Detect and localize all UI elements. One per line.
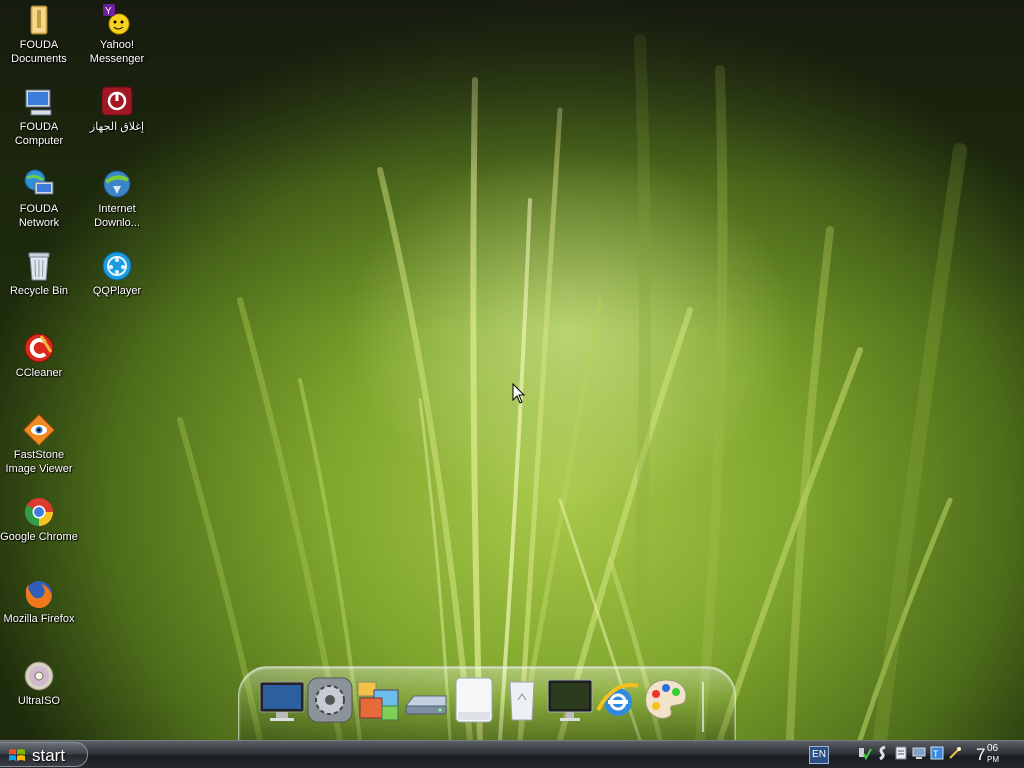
- dock-item-removable-drive[interactable]: [450, 676, 498, 724]
- display-icon: [547, 679, 593, 721]
- dock-item-display[interactable]: [546, 676, 594, 724]
- desktop-icon-ccleaner[interactable]: CCleaner: [0, 332, 78, 380]
- desktop-icon-ultraiso[interactable]: UltraISO: [0, 660, 78, 708]
- desktop-icon-google-chrome[interactable]: Google Chrome: [0, 496, 78, 544]
- desktop-icon-label: QQPlayer: [92, 285, 142, 297]
- folder-icon: [23, 4, 55, 36]
- chrome-icon: [23, 496, 55, 528]
- language-indicator[interactable]: EN: [809, 746, 829, 764]
- drive-icon: [404, 695, 447, 715]
- internet-download-manager-icon: [101, 168, 133, 200]
- desktop-icon-shutdown[interactable]: إغلاق الجهاز: [78, 86, 156, 134]
- shutdown-icon: [101, 86, 133, 118]
- dock-item-photo-gallery[interactable]: [354, 676, 402, 724]
- faststone-icon: [22, 413, 56, 447]
- safety-tray-icon[interactable]: [876, 745, 890, 761]
- desktop-icon-label: FOUDA Documents: [11, 39, 67, 65]
- desktop-icon-internet-download-manager[interactable]: Internet Downlo...: [78, 168, 156, 230]
- desktop-icon-mozilla-firefox[interactable]: Mozilla Firefox: [0, 578, 78, 626]
- network-tray-icon[interactable]: [858, 746, 872, 761]
- monitor-icon: [259, 681, 305, 721]
- dock-item-settings[interactable]: [306, 676, 354, 724]
- desktop-icon-label: FastStone Image Viewer: [5, 449, 73, 475]
- desktop-icon-fouda-network[interactable]: FOUDA Network: [0, 168, 78, 230]
- dock-item-internet-explorer[interactable]: [594, 676, 642, 724]
- mouse-cursor-icon: [512, 383, 526, 404]
- desktop-icon-faststone[interactable]: FastStone Image Viewer: [0, 413, 78, 476]
- desktop-icon-label: إغلاق الجهاز: [89, 121, 145, 133]
- desktop-icon-label: CCleaner: [15, 367, 63, 379]
- magic-tray-icon[interactable]: [948, 746, 962, 760]
- dock-item-drive[interactable]: [402, 676, 450, 724]
- notes-tray-icon[interactable]: [894, 746, 908, 760]
- trash-icon: [509, 681, 535, 721]
- yahoo-messenger-icon: Y: [101, 4, 133, 36]
- desktop-icon-label: Yahoo! Messenger: [89, 39, 145, 65]
- clock-minute: 06: [987, 743, 999, 754]
- recycle-bin-icon: [23, 250, 55, 282]
- taskbar: start EN T 7 06 PM: [0, 740, 1024, 768]
- photo-gallery-icon: [357, 681, 399, 721]
- desktop-icon-recycle-bin[interactable]: Recycle Bin: [0, 250, 78, 298]
- dock-item-paint[interactable]: [642, 676, 690, 724]
- paint-palette-icon: [645, 679, 687, 719]
- qqplayer-icon: [101, 250, 133, 282]
- desktop-icon-label: Google Chrome: [0, 531, 78, 543]
- dock: [238, 662, 736, 741]
- desktop-icon-yahoo-messenger[interactable]: Y Yahoo! Messenger: [78, 4, 156, 66]
- settings-gear-icon: [307, 677, 353, 723]
- ultraiso-icon: [23, 660, 55, 692]
- desktop-icon-fouda-documents[interactable]: FOUDA Documents: [0, 4, 78, 66]
- desktop-icon-qqplayer[interactable]: QQPlayer: [78, 250, 156, 298]
- computer-icon: [23, 86, 55, 118]
- dock-item-monitor[interactable]: [258, 676, 306, 724]
- desktop-icon-label: Recycle Bin: [9, 285, 69, 297]
- removable-drive-icon: [455, 677, 493, 723]
- internet-explorer-icon: [596, 683, 639, 716]
- keyboard-tray-icon[interactable]: T: [930, 746, 944, 760]
- desktop-icon-label: FOUDA Network: [18, 203, 60, 229]
- desktop-icon-label: FOUDA Computer: [14, 121, 64, 147]
- desktop-icon-label: UltraISO: [17, 695, 61, 707]
- clock-hour: 7: [976, 745, 986, 764]
- firefox-icon: [23, 578, 55, 610]
- windows-logo-icon: [9, 749, 25, 761]
- svg-text:T: T: [933, 749, 939, 759]
- dock-item-trash[interactable]: [498, 676, 546, 724]
- start-label: start: [32, 746, 66, 765]
- desktop-icon-label: Internet Downlo...: [94, 203, 140, 229]
- network-icon: [23, 168, 55, 200]
- svg-text:Y: Y: [105, 6, 112, 17]
- display-tray-icon[interactable]: [912, 746, 926, 760]
- desktop-icon-fouda-computer[interactable]: FOUDA Computer: [0, 86, 78, 148]
- start-button[interactable]: start: [0, 742, 88, 767]
- clock-ampm: PM: [987, 755, 999, 764]
- dock-separator: [702, 682, 704, 732]
- ccleaner-icon: [23, 332, 55, 364]
- desktop-icon-label: Mozilla Firefox: [3, 613, 75, 625]
- taskbar-clock[interactable]: 7 06 PM: [976, 743, 1020, 767]
